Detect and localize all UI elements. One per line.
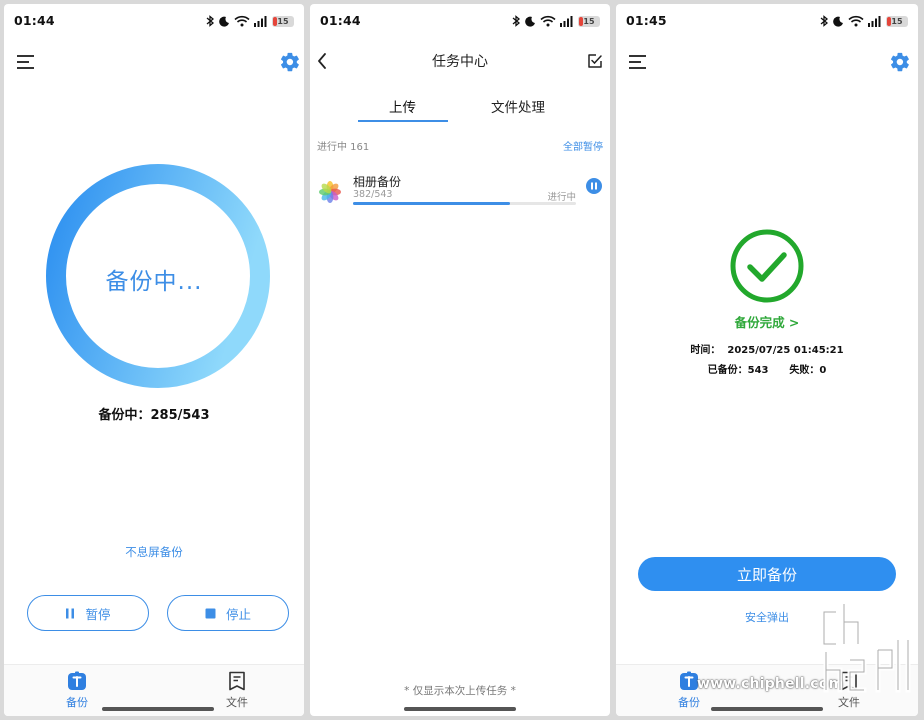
signal-icon [868, 16, 881, 27]
status-icons: 15 [819, 14, 908, 28]
task-tabs: 上传 文件处理 [310, 96, 610, 126]
watermark-logo [821, 601, 911, 693]
nav-label-backup: 备份 [66, 696, 88, 709]
bluetooth-icon [820, 15, 829, 27]
nav-item-backup[interactable]: 备份 [37, 671, 117, 710]
backup-complete-link[interactable]: 备份完成 > [616, 312, 918, 331]
stop-label: 停止 [225, 606, 251, 622]
task-progress-bar [353, 202, 576, 205]
signal-icon [560, 16, 573, 27]
wifi-icon [234, 15, 250, 27]
battery-indicator: 15 [886, 15, 908, 27]
bluetooth-icon [206, 15, 215, 27]
backup-now-button[interactable]: 立即备份 [638, 557, 896, 591]
settings-gear-icon[interactable] [278, 50, 302, 74]
task-center-screen: 01:44 15 任务中心 上传 文件处理 进行中 161 全部暂停 相册备份 … [310, 4, 610, 716]
pause-label: 暂停 [85, 606, 111, 622]
nav-label-backup: 备份 [678, 696, 700, 709]
backup-time: 时间： 2025/07/25 01:45:21 [690, 345, 844, 356]
status-bar: 01:44 15 [4, 4, 304, 38]
backup-icon [680, 671, 698, 690]
home-indicator[interactable] [404, 707, 516, 711]
moon-icon [525, 16, 535, 27]
wifi-icon [848, 15, 864, 27]
pause-circle-icon [586, 178, 602, 194]
file-icon [229, 671, 245, 691]
task-pause-button[interactable] [586, 178, 602, 198]
bottom-nav: 备份 文件 [4, 664, 304, 716]
moon-icon [219, 16, 229, 27]
backup-progress-screen: 01:44 15 备份中... 备份中：285/543 不息屏备份 暂停 停止 [4, 4, 304, 716]
task-item[interactable]: 相册备份 382/543 进行中 [318, 170, 602, 214]
settings-gear-icon[interactable] [888, 50, 912, 74]
backup-result-count: 已备份：543 失败：0 [707, 365, 827, 376]
check-circle-icon [730, 229, 804, 303]
status-icons: 15 [511, 14, 600, 28]
battery-indicator: 15 [578, 15, 600, 27]
task-count: 382/543 [353, 189, 393, 200]
task-status: 进行中 [547, 192, 576, 203]
task-name: 相册备份 [353, 175, 402, 189]
pause-icon [66, 608, 75, 618]
status-icons: 15 [205, 14, 294, 28]
menu-icon[interactable] [626, 52, 650, 72]
backup-progress-count: 备份中：285/543 [98, 408, 210, 423]
ring-status-text: 备份中... [105, 269, 203, 295]
page-title: 任务中心 [432, 54, 488, 70]
footer-note: * 仅显示本次上传任务 * [404, 685, 516, 697]
backup-icon [68, 671, 86, 690]
photos-icon [319, 181, 341, 203]
stop-icon [205, 608, 216, 618]
wifi-icon [540, 15, 556, 27]
keep-screen-on-link[interactable]: 不息屏备份 [4, 544, 304, 560]
status-time: 01:45 [626, 13, 667, 28]
home-indicator[interactable] [102, 707, 214, 711]
status-time: 01:44 [14, 13, 55, 28]
status-bar: 01:45 15 [616, 4, 918, 38]
task-progress-fill [353, 202, 510, 205]
status-time: 01:44 [320, 13, 361, 28]
pause-all-link[interactable]: 全部暂停 [563, 138, 603, 153]
bluetooth-icon [512, 15, 521, 27]
battery-indicator: 15 [272, 15, 294, 27]
stop-button[interactable]: 停止 [167, 595, 289, 631]
section-header: 进行中 161 全部暂停 [317, 138, 603, 153]
tab-upload[interactable]: 上传 [389, 96, 416, 116]
menu-icon[interactable] [14, 52, 38, 72]
nav-item-files[interactable]: 文件 [197, 671, 277, 710]
moon-icon [833, 16, 843, 27]
in-progress-count: 进行中 161 [317, 142, 370, 153]
home-indicator[interactable] [711, 707, 823, 711]
status-bar: 01:44 15 [310, 4, 610, 38]
tab-file-processing[interactable]: 文件处理 [491, 96, 545, 116]
pause-button[interactable]: 暂停 [27, 595, 149, 631]
signal-icon [254, 16, 267, 27]
active-tab-indicator [358, 120, 448, 122]
nav-label-files: 文件 [226, 696, 248, 709]
checklist-edit-icon[interactable] [584, 50, 606, 72]
